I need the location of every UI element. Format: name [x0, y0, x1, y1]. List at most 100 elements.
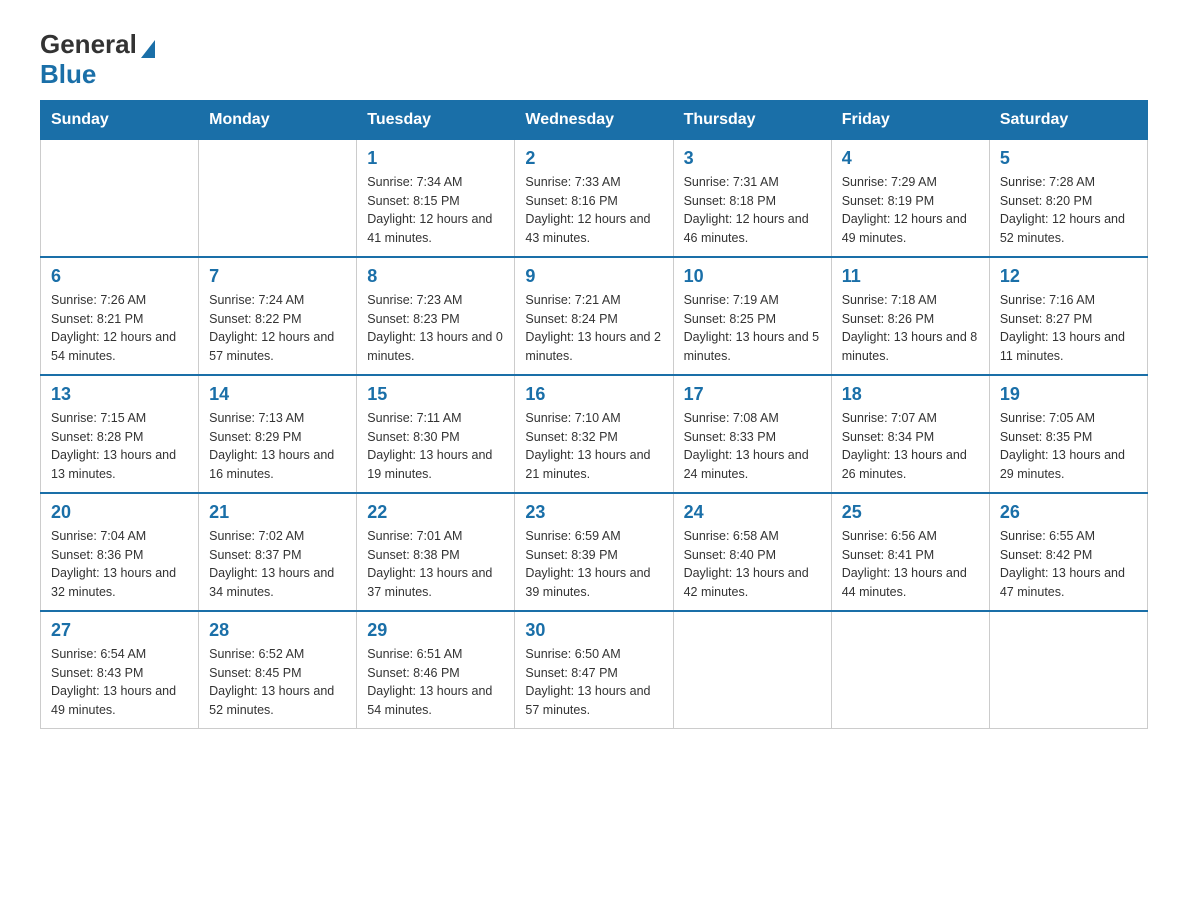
day-info: Sunrise: 6:59 AMSunset: 8:39 PMDaylight:… — [525, 527, 662, 602]
calendar-cell: 13 Sunrise: 7:15 AMSunset: 8:28 PMDayligh… — [41, 375, 199, 493]
day-number: 10 — [684, 266, 821, 287]
logo-wordmark: General Blue — [40, 30, 155, 90]
day-number: 8 — [367, 266, 504, 287]
day-info: Sunrise: 7:21 AMSunset: 8:24 PMDaylight:… — [525, 291, 662, 366]
day-number: 13 — [51, 384, 188, 405]
weekday-header: Sunday — [41, 100, 199, 139]
calendar-cell: 29Sunrise: 6:51 AMSunset: 8:46 PMDayligh… — [357, 611, 515, 729]
day-info: Sunrise: 6:54 AMSunset: 8:43 PMDaylight:… — [51, 645, 188, 720]
calendar-cell: 8 Sunrise: 7:23 AMSunset: 8:23 PMDaylight… — [357, 257, 515, 375]
day-number: 26 — [1000, 502, 1137, 523]
calendar-cell: 21Sunrise: 7:02 AMSunset: 8:37 PMDayligh… — [199, 493, 357, 611]
calendar-header: SundayMondayTuesdayWednesdayThursdayFrid… — [41, 100, 1148, 139]
day-info: Sunrise: 7:11 AMSunset: 8:30 PMDaylight:… — [367, 409, 504, 484]
weekday-header: Saturday — [989, 100, 1147, 139]
calendar-cell — [199, 139, 357, 257]
day-number: 28 — [209, 620, 346, 641]
day-number: 11 — [842, 266, 979, 287]
day-info: Sunrise: 7:26 AMSunset: 8:21 PMDaylight:… — [51, 291, 188, 366]
page-header: General Blue — [40, 30, 1148, 90]
day-info: Sunrise: 7:23 AMSunset: 8:23 PMDaylight:… — [367, 291, 504, 366]
day-number: 22 — [367, 502, 504, 523]
day-number: 23 — [525, 502, 662, 523]
calendar-cell: 12 Sunrise: 7:16 AMSunset: 8:27 PMDayligh… — [989, 257, 1147, 375]
day-number: 24 — [684, 502, 821, 523]
calendar-cell: 1 Sunrise: 7:34 AMSunset: 8:15 PMDaylight… — [357, 139, 515, 257]
day-number: 16 — [525, 384, 662, 405]
weekday-header: Tuesday — [357, 100, 515, 139]
day-info: Sunrise: 7:04 AMSunset: 8:36 PMDaylight:… — [51, 527, 188, 602]
calendar-cell: 14 Sunrise: 7:13 AMSunset: 8:29 PMDayligh… — [199, 375, 357, 493]
calendar-cell: 23 Sunrise: 6:59 AMSunset: 8:39 PMDayligh… — [515, 493, 673, 611]
day-number: 7 — [209, 266, 346, 287]
day-number: 15 — [367, 384, 504, 405]
day-number: 5 — [1000, 148, 1137, 169]
calendar-cell — [989, 611, 1147, 729]
day-info: Sunrise: 6:58 AMSunset: 8:40 PMDaylight:… — [684, 527, 821, 602]
day-info: Sunrise: 7:10 AMSunset: 8:32 PMDaylight:… — [525, 409, 662, 484]
calendar-cell: 30 Sunrise: 6:50 AMSunset: 8:47 PMDayligh… — [515, 611, 673, 729]
day-number: 9 — [525, 266, 662, 287]
day-number: 6 — [51, 266, 188, 287]
day-info: Sunrise: 7:18 AMSunset: 8:26 PMDaylight:… — [842, 291, 979, 366]
logo-blue: Blue — [40, 59, 96, 89]
calendar-cell: 20 Sunrise: 7:04 AMSunset: 8:36 PMDayligh… — [41, 493, 199, 611]
calendar-cell: 26 Sunrise: 6:55 AMSunset: 8:42 PMDayligh… — [989, 493, 1147, 611]
day-info: Sunrise: 7:05 AMSunset: 8:35 PMDaylight:… — [1000, 409, 1137, 484]
day-info: Sunrise: 7:07 AMSunset: 8:34 PMDaylight:… — [842, 409, 979, 484]
logo: General Blue — [40, 30, 155, 90]
day-number: 25 — [842, 502, 979, 523]
calendar-cell: 18 Sunrise: 7:07 AMSunset: 8:34 PMDayligh… — [831, 375, 989, 493]
day-info: Sunrise: 7:02 AMSunset: 8:37 PMDaylight:… — [209, 527, 346, 602]
day-info: Sunrise: 6:55 AMSunset: 8:42 PMDaylight:… — [1000, 527, 1137, 602]
day-number: 1 — [367, 148, 504, 169]
weekday-header: Friday — [831, 100, 989, 139]
day-info: Sunrise: 7:19 AMSunset: 8:25 PMDaylight:… — [684, 291, 821, 366]
weekday-header: Wednesday — [515, 100, 673, 139]
calendar-cell: 27 Sunrise: 6:54 AMSunset: 8:43 PMDayligh… — [41, 611, 199, 729]
day-number: 30 — [525, 620, 662, 641]
day-info: Sunrise: 7:08 AMSunset: 8:33 PMDaylight:… — [684, 409, 821, 484]
calendar-cell: 4 Sunrise: 7:29 AMSunset: 8:19 PMDaylight… — [831, 139, 989, 257]
day-number: 19 — [1000, 384, 1137, 405]
calendar-cell: 24 Sunrise: 6:58 AMSunset: 8:40 PMDayligh… — [673, 493, 831, 611]
day-number: 29 — [367, 620, 504, 641]
calendar-cell: 3 Sunrise: 7:31 AMSunset: 8:18 PMDaylight… — [673, 139, 831, 257]
calendar-cell — [831, 611, 989, 729]
day-info: Sunrise: 7:16 AMSunset: 8:27 PMDaylight:… — [1000, 291, 1137, 366]
calendar-cell: 28 Sunrise: 6:52 AMSunset: 8:45 PMDayligh… — [199, 611, 357, 729]
calendar-cell: 19 Sunrise: 7:05 AMSunset: 8:35 PMDayligh… — [989, 375, 1147, 493]
day-info: Sunrise: 7:34 AMSunset: 8:15 PMDaylight:… — [367, 173, 504, 248]
calendar-cell: 22 Sunrise: 7:01 AMSunset: 8:38 PMDayligh… — [357, 493, 515, 611]
calendar-cell — [41, 139, 199, 257]
calendar-cell: 6 Sunrise: 7:26 AMSunset: 8:21 PMDaylight… — [41, 257, 199, 375]
day-info: Sunrise: 6:50 AMSunset: 8:47 PMDaylight:… — [525, 645, 662, 720]
logo-general: General — [40, 29, 137, 59]
day-number: 3 — [684, 148, 821, 169]
calendar-cell: 5 Sunrise: 7:28 AMSunset: 8:20 PMDaylight… — [989, 139, 1147, 257]
logo-triangle-icon — [141, 40, 155, 58]
calendar-cell: 9 Sunrise: 7:21 AMSunset: 8:24 PMDaylight… — [515, 257, 673, 375]
day-info: Sunrise: 7:31 AMSunset: 8:18 PMDaylight:… — [684, 173, 821, 248]
day-number: 2 — [525, 148, 662, 169]
day-number: 18 — [842, 384, 979, 405]
day-number: 12 — [1000, 266, 1137, 287]
day-info: Sunrise: 7:28 AMSunset: 8:20 PMDaylight:… — [1000, 173, 1137, 248]
weekday-header: Thursday — [673, 100, 831, 139]
day-info: Sunrise: 7:24 AMSunset: 8:22 PMDaylight:… — [209, 291, 346, 366]
calendar-cell: 25Sunrise: 6:56 AMSunset: 8:41 PMDayligh… — [831, 493, 989, 611]
day-info: Sunrise: 7:01 AMSunset: 8:38 PMDaylight:… — [367, 527, 504, 602]
day-info: Sunrise: 7:15 AMSunset: 8:28 PMDaylight:… — [51, 409, 188, 484]
day-info: Sunrise: 6:52 AMSunset: 8:45 PMDaylight:… — [209, 645, 346, 720]
calendar-cell: 16 Sunrise: 7:10 AMSunset: 8:32 PMDayligh… — [515, 375, 673, 493]
day-number: 4 — [842, 148, 979, 169]
calendar-cell: 11 Sunrise: 7:18 AMSunset: 8:26 PMDayligh… — [831, 257, 989, 375]
day-number: 20 — [51, 502, 188, 523]
day-info: Sunrise: 7:13 AMSunset: 8:29 PMDaylight:… — [209, 409, 346, 484]
weekday-header: Monday — [199, 100, 357, 139]
day-number: 14 — [209, 384, 346, 405]
calendar-cell: 2Sunrise: 7:33 AMSunset: 8:16 PMDaylight… — [515, 139, 673, 257]
calendar-cell — [673, 611, 831, 729]
day-info: Sunrise: 7:29 AMSunset: 8:19 PMDaylight:… — [842, 173, 979, 248]
day-number: 27 — [51, 620, 188, 641]
